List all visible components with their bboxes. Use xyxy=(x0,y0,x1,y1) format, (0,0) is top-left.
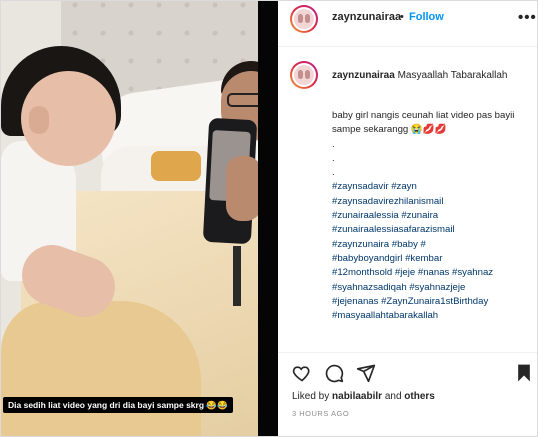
shirt-print-decor xyxy=(151,151,201,181)
hashtag-line[interactable]: #zaynzunaira #baby # xyxy=(332,238,532,252)
liked-by-and: and xyxy=(384,391,402,402)
hashtag-line[interactable]: #12monthsold #jeje #nanas #syahnaz xyxy=(332,266,532,280)
glasses-decor xyxy=(227,93,258,107)
hashtag-line[interactable]: #zaynsadavirezhilanismail xyxy=(332,195,532,209)
post-video[interactable]: Dia sedih liat video yang dri dia bayi s… xyxy=(1,1,258,436)
avatar-image xyxy=(294,65,314,85)
header-separator: • xyxy=(400,11,404,23)
follow-button[interactable]: Follow xyxy=(409,11,444,23)
hashtag-line[interactable]: #zunairaalessia #zunaira xyxy=(332,209,532,223)
caption-dot: . xyxy=(332,152,335,164)
heart-icon[interactable] xyxy=(292,363,312,383)
caption-dot: . xyxy=(332,138,335,150)
share-icon[interactable] xyxy=(356,363,376,383)
header-username[interactable]: zaynzunairaa xyxy=(332,11,401,23)
caption-username[interactable]: zaynzunairaa xyxy=(332,70,395,81)
likes-summary: Liked by nabilaabilr and others xyxy=(292,391,435,402)
caption-title: Masyaallah Tabarakallah xyxy=(397,70,508,81)
post-actions: Liked by nabilaabilr and others 3 HOURS … xyxy=(278,352,537,436)
liked-by-prefix: Liked by xyxy=(292,391,330,402)
caption-dot: . xyxy=(332,167,335,179)
post-header: zaynzunairaa • Follow ••• xyxy=(278,1,537,47)
post-timestamp[interactable]: 3 HOURS AGO xyxy=(292,409,349,418)
baby-ear-decor xyxy=(29,106,49,134)
liked-by-others[interactable]: others xyxy=(404,391,435,402)
header-avatar[interactable] xyxy=(290,5,318,33)
video-letterbox xyxy=(258,1,278,436)
hand-decor xyxy=(226,156,258,221)
liked-by-user[interactable]: nabilaabilr xyxy=(332,391,382,402)
video-caption-overlay: Dia sedih liat video yang dri dia bayi s… xyxy=(3,397,233,413)
hashtag-line[interactable]: #syahnazsadiqah #syahnazjeje xyxy=(332,281,532,295)
bookmark-icon[interactable] xyxy=(514,363,534,383)
instagram-post-window: Dia sedih liat video yang dri dia bayi s… xyxy=(0,0,538,437)
comment-icon[interactable] xyxy=(324,363,344,383)
hashtag-line[interactable]: #masyaallahtabarakallah xyxy=(332,309,532,323)
hashtag-line[interactable]: #zaynsadavir #zayn xyxy=(332,180,532,194)
caption-text: baby girl nangis ceunah liat video pas b… xyxy=(332,110,515,136)
post-side-panel: zaynzunairaa • Follow ••• zaynzunairaa M… xyxy=(278,1,537,436)
more-options-icon[interactable]: ••• xyxy=(518,9,537,26)
blanket-fold-decor xyxy=(1,301,201,436)
lanyard-decor xyxy=(233,246,241,306)
caption-header: zaynzunairaa Masyaallah Tabarakallah xyxy=(332,69,527,83)
post-caption-area: zaynzunairaa Masyaallah Tabarakallah bab… xyxy=(278,47,537,351)
caption-body: baby girl nangis ceunah liat video pas b… xyxy=(332,109,532,323)
avatar-image xyxy=(294,9,314,29)
hashtag-line[interactable]: #babyboyandgirl #kembar xyxy=(332,252,532,266)
caption-avatar[interactable] xyxy=(290,61,318,89)
hashtag-line[interactable]: #jejenanas #ZaynZunaira1stBirthday xyxy=(332,295,532,309)
hashtag-line[interactable]: #zunairaalessiasafarazismail xyxy=(332,223,532,237)
